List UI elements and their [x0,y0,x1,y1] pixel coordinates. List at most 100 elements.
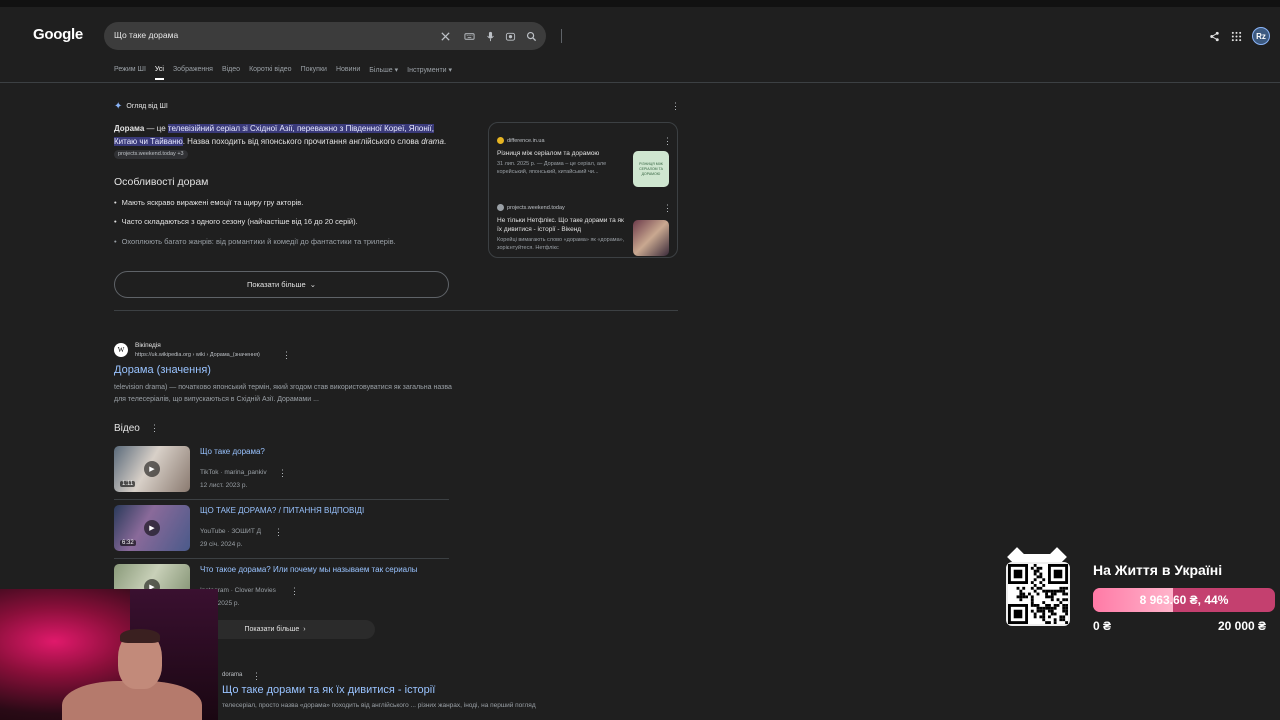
search-divider [561,29,562,43]
play-icon: ▶ [144,461,160,477]
header-divider [0,82,1280,83]
bullet-item: Охоплюють багато жанрів: від романтики й… [114,237,396,246]
source-card[interactable]: projects.weekend.today Не тільки Нетфлік… [497,204,673,256]
keyboard-icon[interactable] [462,29,476,43]
donation-goal: 20 000 ₴ [1218,619,1267,633]
ai-overview-menu-icon[interactable]: ⋮ [671,101,680,112]
source-menu-icon[interactable]: ⋮ [663,136,672,147]
search-box[interactable]: Що таке дорама [104,22,562,50]
video-source: TikTok · marina_pankiv [200,469,267,476]
video-source: YouTube · ЗОШИТ Д [200,528,262,535]
show-more-label: Показати більше [247,280,306,289]
divider [114,558,449,559]
search-icon[interactable] [524,29,538,43]
search-input[interactable]: Що таке дорама [114,30,178,40]
drama-word: drama [421,137,444,146]
clear-icon[interactable] [438,29,452,43]
video-title-link[interactable]: Что такое дорама? Или почему мы называем… [200,565,418,574]
source-thumbnail: РІЗНИЦЯ МІЖ СЕРІАЛОМ ТА ДОРАМОЮ [633,151,669,187]
videos-heading: Відео [114,423,140,434]
google-logo[interactable]: Google [33,26,83,43]
result-url[interactable]: https://uk.wikipedia.org › wiki › Дорама… [135,352,260,358]
qr-code-pattern [1008,564,1068,624]
play-icon: ▶ [144,520,160,536]
apps-grid-icon[interactable] [1228,28,1244,44]
result-title-link[interactable]: Що таке дорами та як їх дивитися - істор… [222,684,435,696]
tab-news[interactable]: Новини [336,66,360,80]
tab-shopping[interactable]: Покупки [301,66,327,80]
video-item[interactable]: ▶ 6:32 ЩО ТАКЕ ДОРАМА? / ПИТАННЯ ВІДПОВІ… [114,505,449,559]
source-title[interactable]: Не тільки Нетфлікс. Що таке дорами та як… [497,216,625,234]
browser-top-strip [0,0,1280,7]
donation-min: 0 ₴ [1093,619,1112,633]
tab-ai-mode[interactable]: Режим ШІ [114,66,146,80]
tab-images[interactable]: Зображення [173,66,213,80]
bullet-item: Часто складаються з одного сезону (найча… [114,217,358,226]
tab-more[interactable]: Більше ▾ [369,66,398,80]
site-favicon-icon [497,204,504,211]
chevron-down-icon: ⌄ [309,280,316,289]
video-date: 12 лист. 2023 р. [200,482,248,489]
sparkle-icon: ✦ [114,101,123,112]
tab-short-videos[interactable]: Короткі відео [249,66,292,80]
show-more-button[interactable]: Показати більше ⌄ [114,271,449,298]
ai-overview-header: ✦ Огляд від ШІ [114,101,168,112]
ai-overview-intro: Дорама — це телевізійний серіал зі Східн… [114,122,454,161]
video-duration: 1:11 [120,481,136,487]
divider [114,499,449,500]
donation-title: На Життя в Україні [1093,562,1223,578]
source-snippet: 31 лип. 2025 р. — Дорама – це серіал, ал… [497,161,607,175]
result-title-link[interactable]: Дорама (значення) [114,364,211,376]
source-site: projects.weekend.today [507,204,565,211]
lens-icon[interactable] [503,29,517,43]
video-menu-icon[interactable]: ⋮ [274,527,283,538]
donation-progress-bar: 8 963.60 ₴, 44% [1093,588,1275,612]
video-item[interactable]: ▶ 1:11 Що таке дорама? TikTok · marina_p… [114,446,449,500]
video-thumbnail[interactable]: ▶ 6:32 [114,505,190,551]
video-date: 29 січ. 2024 р. [200,541,243,548]
site-favicon-icon [497,137,504,144]
term: Дорама [114,124,145,133]
features-title: Особливості дорам [114,176,209,188]
section-divider [114,310,678,311]
result-site-name: Вікіпедія [135,342,161,349]
videos-show-more-label: Показати більше [244,626,300,633]
result-snippet: television drama) — початково японський … [114,384,452,403]
video-menu-icon[interactable]: ⋮ [290,586,299,597]
intro-rest: . Назва походить від японського прочитан… [182,137,422,146]
share-icon[interactable] [1206,28,1222,44]
sources-panel: difference.in.ua Різниця між серіалом та… [488,122,678,258]
search-tabs: Режим ШІ Усі Зображення Відео Короткі ві… [114,66,452,80]
source-card[interactable]: difference.in.ua Різниця між серіалом та… [497,137,673,187]
microphone-icon[interactable] [483,29,497,43]
account-avatar[interactable]: Rz [1252,27,1270,45]
donation-progress-text: 8 963.60 ₴, 44% [1139,593,1229,607]
tab-all[interactable]: Усі [154,66,164,80]
source-menu-icon[interactable]: ⋮ [663,203,672,214]
video-duration: 6:32 [120,540,136,546]
source-thumbnail [633,220,669,256]
streamer-hair [120,629,160,643]
ai-overview-heading: Огляд від ШІ [126,103,168,110]
intro-end: . [443,137,447,146]
source-title[interactable]: Різниця між серіалом та дорамою [497,149,625,158]
source-snippet: Корейці вимагають слово «дорама» як «дор… [497,237,625,251]
video-menu-icon[interactable]: ⋮ [278,468,287,479]
source-chip[interactable]: projects.weekend.today +3 [114,150,188,160]
donation-widget: На Життя в Україні 8 963.60 ₴, 44% 0 ₴ 2… [1000,547,1278,634]
result-menu-icon[interactable]: ⋮ [252,671,261,682]
video-title-link[interactable]: Що таке дорама? [200,447,265,456]
video-title-link[interactable]: ЩО ТАКЕ ДОРАМА? / ПИТАННЯ ВІДПОВІДІ [200,506,364,515]
bullet-item: Мають яскраво виражені емоції та щиру гр… [114,198,304,207]
videos-menu-icon[interactable]: ⋮ [150,423,159,434]
result-menu-icon[interactable]: ⋮ [282,350,291,361]
result-site-name: dorama [222,672,243,678]
video-thumbnail[interactable]: ▶ 1:11 [114,446,190,492]
wikipedia-icon: W [114,343,128,357]
intro-text: — це [144,124,168,133]
chevron-right-icon: › [303,626,306,633]
streamer-webcam [0,589,218,720]
tab-videos[interactable]: Відео [222,66,240,80]
donation-qr-code [1006,562,1070,626]
tab-tools[interactable]: Інструменти ▾ [407,66,452,80]
